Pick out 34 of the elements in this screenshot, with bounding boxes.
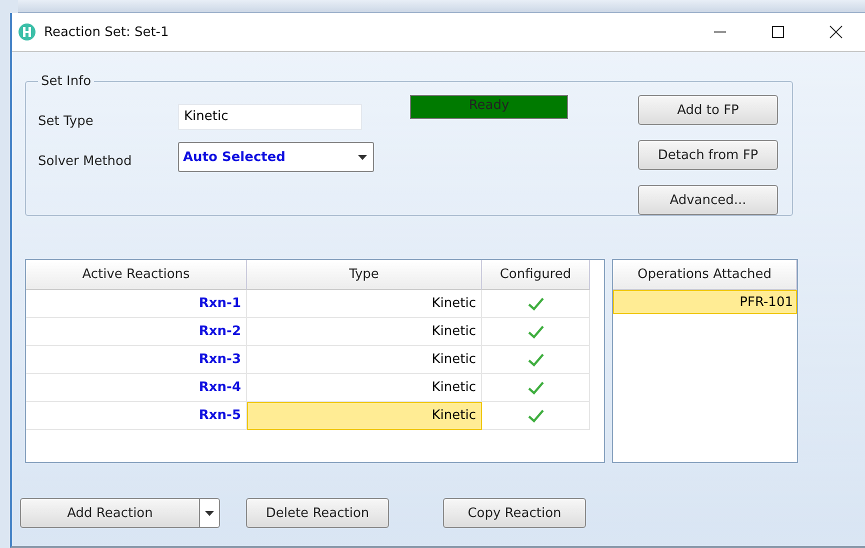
reaction-name-cell[interactable]: Rxn-2 — [26, 318, 247, 346]
minimize-icon — [714, 31, 726, 33]
reaction-name-cell[interactable]: Rxn-1 — [26, 290, 247, 318]
action-button[interactable]: Add to FP — [638, 95, 778, 125]
action-button[interactable]: Detach from FP — [638, 140, 778, 170]
caret-icon — [358, 154, 367, 160]
type-cell[interactable]: Kinetic — [247, 346, 482, 374]
caret-icon — [205, 510, 214, 516]
type-cell[interactable]: Kinetic — [247, 402, 482, 430]
solver-method-dropdown[interactable]: Auto Selected — [178, 142, 374, 172]
add-reaction-button[interactable]: Add Reaction — [20, 498, 200, 528]
field-label: Solver Method — [38, 152, 133, 168]
column-header[interactable]: Active Reactions — [26, 260, 247, 290]
action-button[interactable]: Copy Reaction — [443, 498, 586, 528]
maximize-icon — [771, 25, 785, 39]
set-type-field[interactable]: Kinetic — [178, 104, 362, 130]
reaction-name-cell[interactable]: Rxn-5 — [26, 402, 247, 430]
operation-item[interactable]: PFR-101 — [613, 290, 797, 314]
close-icon — [829, 25, 843, 39]
column-header[interactable]: Operations Attached — [613, 260, 797, 290]
type-cell[interactable]: Kinetic — [247, 290, 482, 318]
field-label: Set Type — [38, 112, 94, 128]
column-header[interactable]: Type — [247, 260, 482, 290]
type-cell[interactable]: Kinetic — [247, 318, 482, 346]
reaction-name-cell[interactable]: Rxn-3 — [26, 346, 247, 374]
window-title: Reaction Set: Set-1 — [44, 24, 169, 40]
column-header[interactable]: Configured — [482, 260, 590, 290]
action-button[interactable]: Advanced... — [638, 185, 778, 215]
action-button[interactable]: Delete Reaction — [246, 498, 389, 528]
app-logo-icon — [18, 23, 36, 41]
group-legend: Set Info — [38, 74, 94, 89]
reaction-name-cell[interactable]: Rxn-4 — [26, 374, 247, 402]
dropdown-button[interactable] — [200, 498, 220, 528]
status-bar: Ready — [410, 95, 568, 119]
